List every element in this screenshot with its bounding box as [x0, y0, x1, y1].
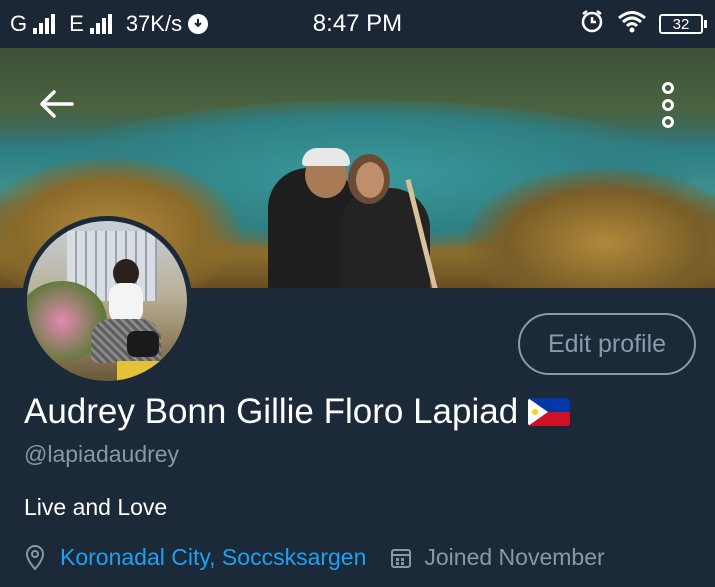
display-name: Audrey Bonn Gillie Floro Lapiad [24, 392, 519, 431]
status-right: 32 [579, 10, 707, 38]
bio: Live and Love [24, 494, 168, 520]
philippines-flag-icon [528, 398, 571, 426]
wifi-icon [617, 9, 647, 39]
alarm-icon [579, 8, 605, 40]
handle: @lapiadaudrey [24, 441, 180, 467]
avatar[interactable] [22, 216, 192, 386]
location-pin-icon [24, 544, 46, 571]
name-row: Audrey Bonn Gillie Floro Lapiad [24, 392, 571, 432]
more-vertical-icon[interactable] [656, 82, 680, 128]
calendar-icon [390, 547, 412, 569]
status-bar: G E 37K/s 8:47 PM 32 [0, 0, 715, 48]
edit-profile-button[interactable]: Edit profile [518, 313, 696, 375]
profile-meta: Koronadal City, Soccsksargen Joined Nove… [24, 544, 605, 571]
location-link[interactable]: Koronadal City, Soccsksargen [60, 544, 366, 571]
battery-level: 32 [659, 14, 703, 34]
battery-icon: 32 [659, 14, 707, 34]
joined-date: Joined November [424, 544, 605, 570]
back-arrow-icon[interactable] [36, 86, 76, 122]
